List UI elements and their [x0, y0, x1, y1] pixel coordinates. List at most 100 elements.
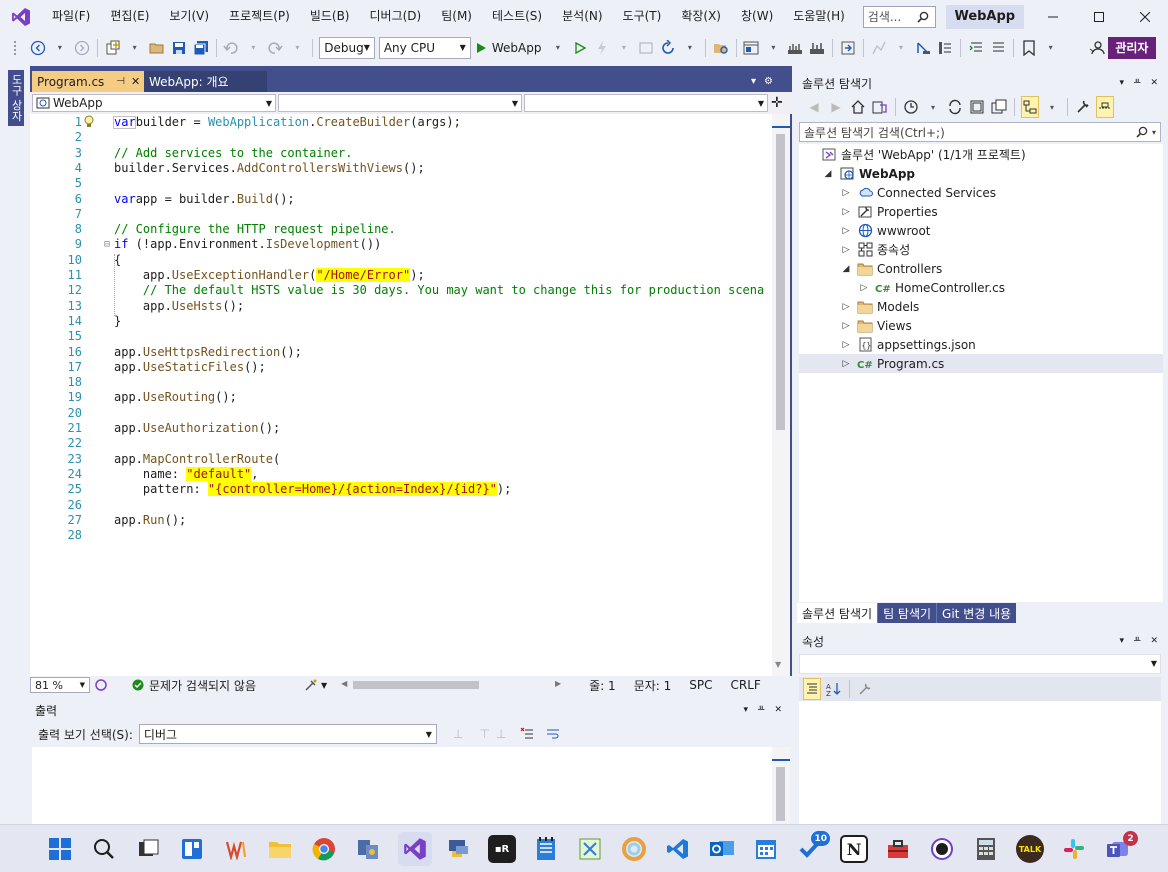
pending-changes-filter-icon[interactable] — [902, 96, 920, 118]
visual-studio-logo-icon[interactable] — [0, 0, 42, 33]
toolbar-overflow-icon[interactable]: ▾ — [1042, 37, 1060, 59]
menu-2[interactable]: 편집(E) — [100, 0, 159, 33]
tab-solution-explorer[interactable]: 솔루션 탐색기 — [797, 603, 878, 623]
code-line[interactable]: 22 — [30, 436, 772, 451]
search-icon[interactable] — [90, 835, 118, 863]
hot-reload-dropdown-icon[interactable]: ▾ — [615, 37, 633, 59]
outlook-icon[interactable] — [708, 835, 736, 863]
task-view-icon[interactable] — [134, 835, 162, 863]
collapsed-arrow-icon[interactable]: ▷ — [841, 359, 851, 369]
code-line[interactable]: 8 // Configure the HTTP request pipeline. — [30, 222, 772, 237]
minimize-button[interactable] — [1030, 0, 1076, 33]
solution-configuration-dropdown[interactable]: Debug ▼ — [319, 36, 375, 59]
code-line[interactable]: 20 — [30, 406, 772, 421]
lightbulb-icon[interactable] — [83, 115, 95, 128]
browser-link-icon[interactable] — [637, 37, 655, 59]
code-line[interactable]: 10 { — [30, 253, 772, 268]
collapsed-arrow-icon[interactable]: ▷ — [859, 283, 869, 293]
code-line[interactable]: 4 builder.Services.AddControllersWithView… — [30, 161, 772, 176]
live-share-icon[interactable] — [1088, 37, 1106, 59]
show-all-files-icon[interactable] — [990, 96, 1008, 118]
menu-3[interactable]: 보기(V) — [159, 0, 219, 33]
rider-icon[interactable]: ▪R — [488, 835, 516, 863]
run-dropdown-icon[interactable]: ▾ — [549, 37, 567, 59]
app-w-icon[interactable] — [222, 835, 250, 863]
scroll-thumb[interactable] — [776, 767, 785, 821]
collapsed-arrow-icon[interactable]: ▷ — [841, 207, 851, 217]
admin-badge[interactable]: 관리자 — [1107, 36, 1156, 59]
code-line[interactable]: 18 — [30, 375, 772, 390]
remote-desktop-icon[interactable] — [444, 835, 472, 863]
code-cleanup-icon[interactable] — [304, 678, 318, 692]
widgets-icon[interactable] — [178, 835, 206, 863]
whitespace-indicator[interactable]: SPC — [689, 678, 712, 692]
step-into-icon[interactable] — [914, 37, 932, 59]
tracking-dropdown-icon[interactable]: ▾ — [1043, 96, 1061, 118]
output-scrollbar[interactable] — [772, 747, 790, 824]
menu-6[interactable]: 디버그(D) — [360, 0, 432, 33]
code-line[interactable]: 25 pattern: "{controller=Home}/{action=I… — [30, 482, 772, 497]
tree-item[interactable]: ▷ Models — [799, 297, 1163, 316]
code-line[interactable]: 11 app.UseExceptionHandler("/Home/Error"… — [30, 268, 772, 283]
network-app-icon[interactable] — [354, 835, 382, 863]
navigate-back-icon[interactable] — [29, 37, 47, 59]
output-text-area[interactable] — [32, 747, 772, 824]
line-indicator[interactable]: 줄: 1 — [589, 677, 616, 694]
code-line[interactable]: 3 // Add services to the container. — [30, 146, 772, 161]
tab-team-explorer[interactable]: 팀 탐색기 — [877, 603, 937, 623]
uncomment-lines-icon[interactable] — [989, 37, 1007, 59]
collapsed-arrow-icon[interactable]: ▷ — [841, 340, 851, 350]
undo-dropdown-icon[interactable]: ▾ — [244, 37, 262, 59]
tracking-active-item-icon[interactable] — [1021, 96, 1039, 118]
diagnostics-dropdown-icon[interactable]: ▾ — [892, 37, 910, 59]
toolbox-app-icon[interactable] — [884, 835, 912, 863]
window-position-dropdown-icon[interactable]: ▾ — [1120, 78, 1125, 88]
back-dropdown-icon[interactable]: ▾ — [51, 37, 69, 59]
properties-wrench-icon[interactable] — [1074, 96, 1092, 118]
tab-webapp-overview[interactable]: WebApp: 개요 — [144, 71, 267, 92]
calendar-icon[interactable] — [752, 835, 780, 863]
column-indicator[interactable]: 문자: 1 — [634, 677, 672, 694]
scroll-right-icon[interactable]: ▶ — [555, 679, 561, 688]
editor-vertical-scrollbar[interactable]: ▼ — [772, 114, 790, 676]
collapsed-arrow-icon[interactable]: ▷ — [841, 226, 851, 236]
github-desktop-icon[interactable] — [928, 835, 956, 863]
window-position-dropdown-icon[interactable]: ▾ — [1120, 636, 1125, 646]
start-menu-icon[interactable] — [46, 835, 74, 863]
menu-12[interactable]: 창(W) — [731, 0, 783, 33]
collapse-toggle-icon[interactable]: ⊟ — [104, 239, 110, 250]
next-message-icon[interactable]: ⊥ — [496, 727, 506, 741]
intellicode-icon[interactable] — [94, 678, 108, 692]
pin-icon[interactable]: ᚇ — [1134, 636, 1140, 646]
line-ending-indicator[interactable]: CRLF — [731, 678, 761, 692]
bookmark-icon[interactable] — [1020, 37, 1038, 59]
menu-5[interactable]: 빌드(B) — [300, 0, 360, 33]
collapsed-arrow-icon[interactable]: ▷ — [841, 245, 851, 255]
pin-icon[interactable]: ᚇ — [758, 705, 764, 715]
pin-icon[interactable]: ᚇ — [1134, 78, 1140, 88]
menu-1[interactable]: 파일(F) — [42, 0, 100, 33]
scroll-thumb[interactable] — [776, 134, 785, 430]
code-line[interactable]: 17 app.UseStaticFiles(); — [30, 360, 772, 375]
find-in-files-icon[interactable] — [712, 37, 730, 59]
forward-icon[interactable]: ▶ — [827, 96, 845, 118]
property-pages-wrench-icon[interactable] — [856, 678, 874, 700]
close-button[interactable] — [1122, 0, 1168, 33]
member-dropdown[interactable]: ▼ — [524, 94, 768, 112]
tree-item[interactable]: ◢ WebApp — [799, 164, 1163, 183]
pin-icon[interactable]: ⊣ — [116, 76, 125, 87]
tree-item[interactable]: ▷ 종속성 — [799, 240, 1163, 259]
horizontal-scroll-thumb[interactable] — [353, 681, 480, 689]
collapse-all-icon[interactable] — [968, 96, 986, 118]
code-line[interactable]: 12 // The default HSTS value is 30 days.… — [30, 283, 772, 298]
home-icon[interactable] — [849, 96, 867, 118]
preview-selected-items-icon[interactable] — [1096, 96, 1114, 118]
collapsed-arrow-icon[interactable]: ▷ — [841, 188, 851, 198]
notes-app-icon[interactable] — [532, 835, 560, 863]
close-icon[interactable]: ✕ — [774, 705, 782, 715]
save-all-icon[interactable] — [192, 37, 210, 59]
kakaotalk-icon[interactable]: TALK — [1016, 835, 1044, 863]
window-position-dropdown-icon[interactable]: ▾ — [744, 705, 749, 715]
expanded-arrow-icon[interactable]: ◢ — [841, 264, 851, 274]
undo-icon[interactable] — [222, 37, 240, 59]
